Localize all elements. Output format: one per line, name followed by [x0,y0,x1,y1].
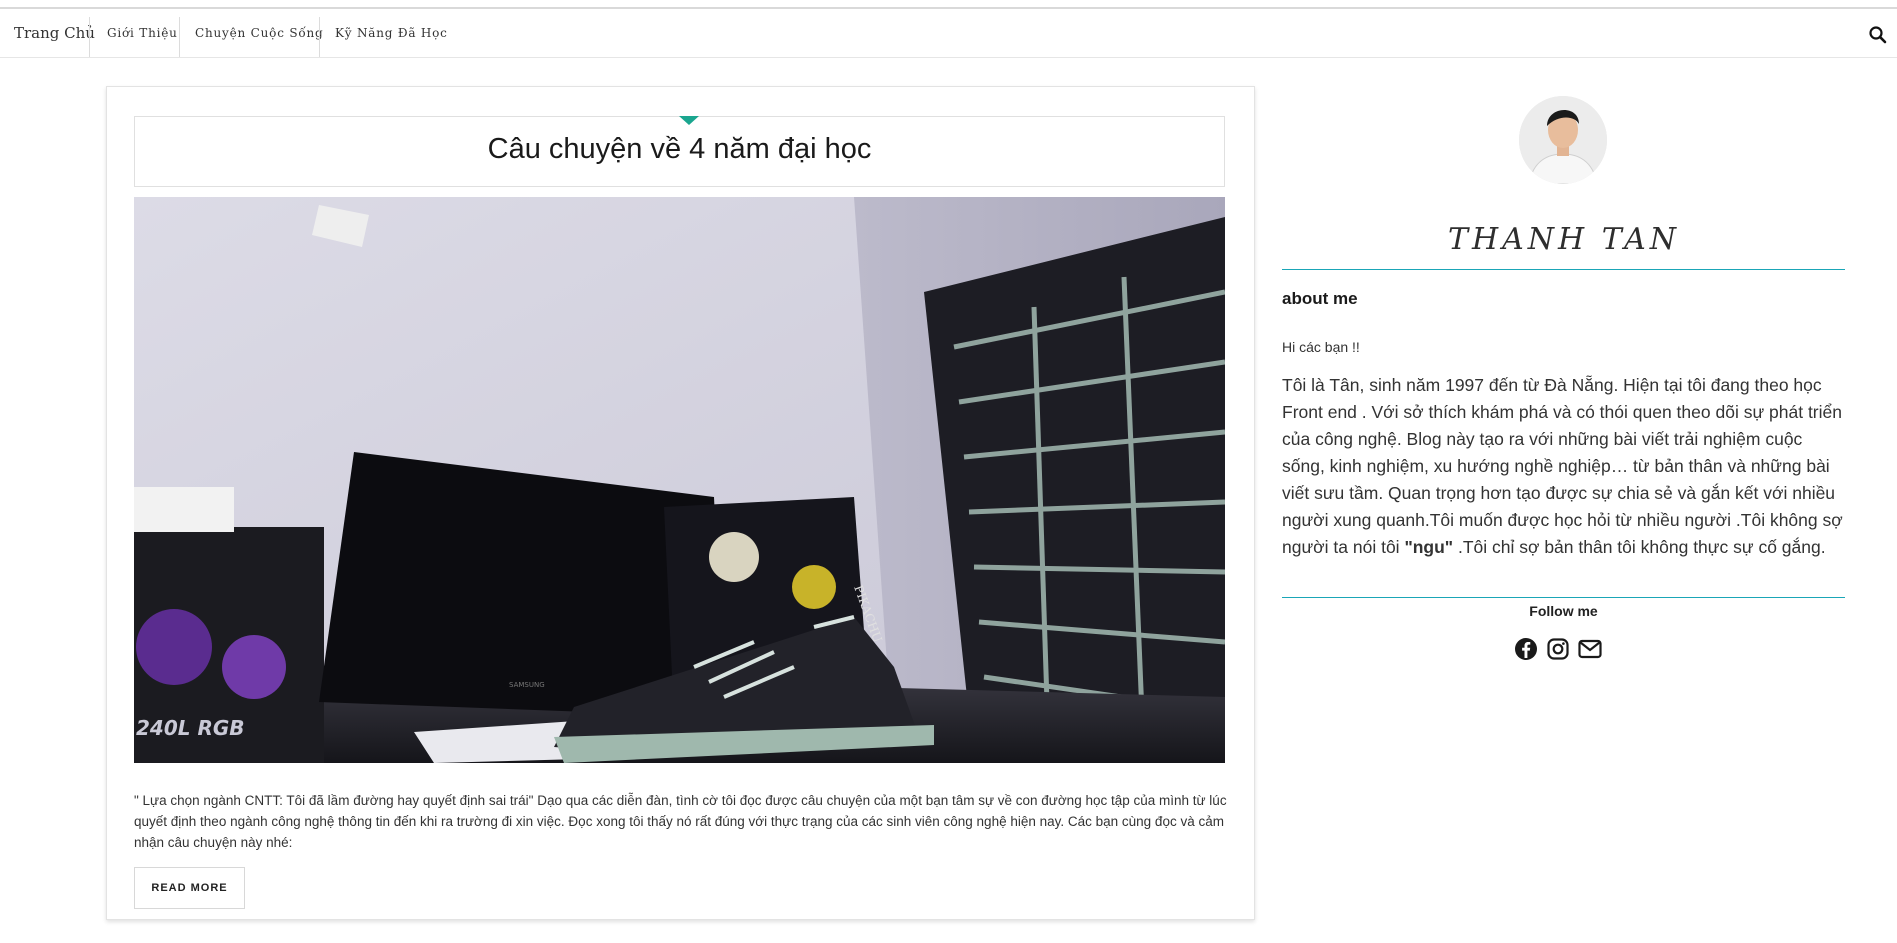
instagram-icon [1547,638,1569,660]
search-button[interactable] [1868,25,1888,45]
about-heading: about me [1282,289,1358,308]
author-avatar [1519,96,1607,184]
follow-me-label: Follow me [1529,603,1598,619]
mail-icon [1578,639,1602,659]
cooler-label: 240L RGB [136,716,245,740]
nav-divider [89,17,90,57]
search-icon [1869,26,1887,44]
author-portrait [1519,96,1607,184]
post-title[interactable]: Câu chuyện về 4 năm đại học [134,116,1225,187]
mail-link[interactable] [1578,637,1602,661]
author-name: THANH TAN [1447,222,1681,257]
nav-home-link[interactable]: Trang Chủ [14,9,95,57]
about-greeting: Hi các bạn !! [1282,339,1360,355]
nav-life-stories-link[interactable]: Chuyện Cuộc Sống [195,9,324,57]
facebook-link[interactable] [1514,637,1538,661]
bio-text: Tôi là Tân, sinh năm 1997 đến từ Đà Nẵng… [1282,375,1843,557]
instagram-link[interactable] [1546,637,1570,661]
nav-about-link[interactable]: Giới Thiệu [107,9,178,57]
facebook-icon [1515,638,1537,660]
desk-setup-photo: 240L RGB SAMSUNG PIKACHU [134,197,1225,763]
bio-emphasis: "ngu" [1404,537,1454,557]
bio-text-end: .Tôi chỉ sợ bản thân tôi không thực sự c… [1453,537,1826,557]
sidebar-divider [1282,269,1845,270]
nav-divider [319,17,320,57]
post-excerpt: " Lựa chọn ngành CNTT: Tôi đã lầm đường … [134,793,1227,850]
monitor-brand: SAMSUNG [509,681,545,689]
about-bio: Tôi là Tân, sinh năm 1997 đến từ Đà Nẵng… [1282,372,1847,561]
post-featured-image[interactable]: 240L RGB SAMSUNG PIKACHU [134,197,1225,763]
read-more-button[interactable]: READ MORE [134,867,245,909]
main-navigation: Trang Chủ Giới Thiệu Chuyện Cuộc Sống Kỹ… [0,9,1897,58]
nav-divider [179,17,180,57]
sidebar-divider [1282,597,1845,598]
nav-skills-link[interactable]: Kỹ Năng Đã Học [335,9,448,57]
